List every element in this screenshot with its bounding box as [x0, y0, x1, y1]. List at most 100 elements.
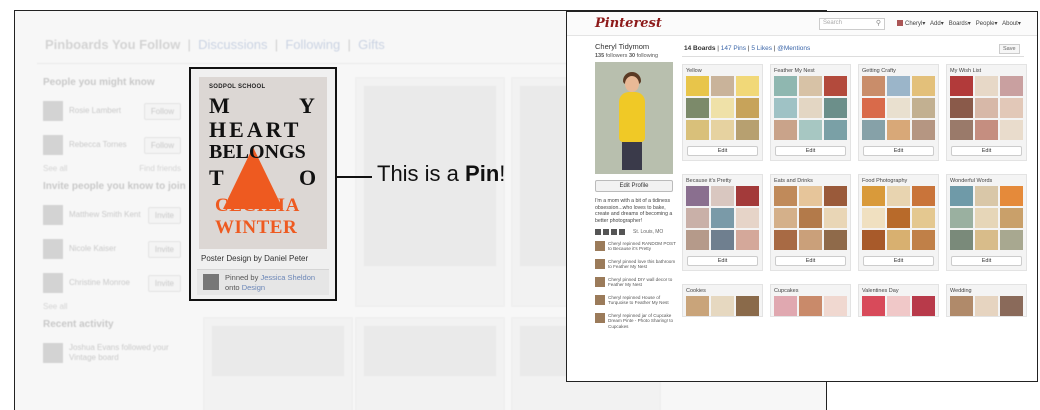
facebook-icon[interactable] — [603, 229, 609, 235]
board-thumbnail — [975, 296, 998, 316]
suggested-person-row: Rosie Lambert Follow — [37, 94, 187, 128]
avatar — [43, 239, 63, 259]
board-thumbnail — [799, 76, 822, 96]
board-thumbnail — [912, 120, 935, 140]
board-edit-button[interactable]: Edit — [775, 146, 846, 156]
invite-button[interactable]: Invite — [147, 240, 181, 258]
board-card[interactable]: Yellow Edit — [682, 64, 763, 161]
website-icon[interactable] — [595, 229, 601, 235]
followers-count[interactable]: 135 — [595, 53, 604, 59]
invite-footer: See all — [43, 302, 181, 311]
board-card[interactable]: Cookies — [682, 284, 763, 317]
menu-boards[interactable]: Boards — [949, 21, 968, 27]
board-thumbnail — [975, 186, 998, 206]
board-card[interactable]: Valentines Day — [858, 284, 939, 317]
board-thumbnails — [683, 76, 762, 140]
board-edit-button[interactable]: Edit — [951, 256, 1022, 266]
board-thumbnail — [774, 208, 797, 228]
mentions-link[interactable]: @Mentions — [777, 45, 810, 52]
board-edit-button[interactable]: Edit — [863, 256, 934, 266]
pinner-avatar[interactable] — [203, 274, 219, 290]
avatar — [43, 343, 63, 363]
pin-card[interactable] — [355, 317, 505, 410]
profile-photo-legs — [622, 142, 642, 170]
invite-name: Nicole Kaiser — [69, 244, 117, 253]
pin-card[interactable] — [203, 317, 353, 410]
board-card[interactable]: Eats and Drinks Edit — [770, 174, 851, 271]
board-thumbnail — [887, 76, 910, 96]
menu-about[interactable]: About — [1002, 21, 1018, 27]
edit-profile-button[interactable]: Edit Profile — [595, 180, 673, 192]
activity-item[interactable]: Cheryl pinned love this bathroom to Feat… — [595, 259, 677, 275]
board-edit-button[interactable]: Edit — [863, 146, 934, 156]
invite-button[interactable]: Invite — [147, 206, 181, 224]
likes-link[interactable]: 5 Likes — [751, 45, 772, 52]
board-thumbnails — [947, 296, 1026, 316]
board-title: Valentines Day — [862, 288, 899, 294]
find-friends-link[interactable]: Find friends — [139, 164, 181, 173]
activity-item[interactable]: Cheryl repinned jar of Cupcake Dream Pin… — [595, 313, 677, 329]
board-title: Eats and Drinks — [774, 178, 813, 184]
menu-add[interactable]: Add — [930, 21, 941, 27]
menu-user[interactable]: Cheryl — [905, 21, 922, 27]
board-thumbnail — [774, 186, 797, 206]
board-card[interactable]: Cupcakes — [770, 284, 851, 317]
activity-item[interactable]: Cheryl repinned House of Turquoise to Fe… — [595, 295, 677, 311]
rss-icon[interactable] — [619, 229, 625, 235]
board-card[interactable]: My Wish List Edit — [946, 64, 1027, 161]
activity-text: Cheryl repinned jar of Cupcake Dream Pin… — [608, 313, 674, 329]
poster-text: BELONGS — [209, 141, 306, 163]
save-button[interactable]: Save — [999, 44, 1020, 54]
pin-image — [364, 326, 496, 376]
board-edit-button[interactable]: Edit — [687, 146, 758, 156]
onto-prefix: onto — [225, 283, 240, 292]
board-thumbnail — [686, 120, 709, 140]
board-thumbnail — [824, 208, 847, 228]
invite-button[interactable]: Invite — [147, 274, 181, 292]
search-input[interactable]: Search ⚲ — [819, 18, 885, 30]
pin-card[interactable] — [355, 77, 505, 307]
boards-count[interactable]: 14 Boards — [684, 45, 715, 52]
follow-button[interactable]: Follow — [143, 136, 181, 154]
board-link[interactable]: Design — [242, 283, 265, 292]
highlighted-pin[interactable]: SODPOL SCHOOL M Y HEART BELONGS T O CECI… — [189, 67, 337, 301]
board-thumbnail — [711, 186, 734, 206]
following-nav: Pinboards You Follow | Discussions | Fol… — [45, 37, 385, 52]
board-edit-button[interactable]: Edit — [775, 256, 846, 266]
menu-people[interactable]: People — [976, 21, 995, 27]
board-edit-button[interactable]: Edit — [687, 256, 758, 266]
following-count[interactable]: 30 — [629, 53, 635, 59]
board-thumbnail — [862, 208, 885, 228]
user-avatar-icon — [897, 20, 903, 27]
board-thumbnail — [887, 230, 910, 250]
see-all-link[interactable]: See all — [43, 164, 67, 173]
twitter-icon[interactable] — [611, 229, 617, 235]
board-edit-button[interactable]: Edit — [951, 146, 1022, 156]
activity-thumbnail — [595, 313, 605, 323]
pinned-by-prefix: Pinned by — [225, 273, 259, 282]
board-thumbnail — [774, 296, 797, 316]
board-thumbnail — [799, 296, 822, 316]
pins-link[interactable]: 147 Pins — [721, 45, 746, 52]
pinterest-logo[interactable]: Pinterest — [595, 16, 662, 31]
search-icon[interactable]: ⚲ — [876, 19, 881, 27]
activity-item[interactable]: Cheryl repinned RANDOM POST to Because i… — [595, 241, 677, 257]
board-thumbnail — [950, 230, 973, 250]
board-card[interactable]: Wonderful Words Edit — [946, 174, 1027, 271]
board-card[interactable]: Because it's Pretty Edit — [682, 174, 763, 271]
board-thumbnail — [862, 76, 885, 96]
follow-button[interactable]: Follow — [143, 102, 181, 120]
board-card[interactable]: Wedding — [946, 284, 1027, 317]
activity-item[interactable]: Cheryl pinned DIY wall decor to Feather … — [595, 277, 677, 293]
nav-link-following[interactable]: Following — [285, 37, 340, 52]
board-card[interactable]: Getting Crafty Edit — [858, 64, 939, 161]
board-title: Cookies — [686, 288, 706, 294]
board-thumbnail — [736, 76, 759, 96]
board-thumbnail — [887, 98, 910, 118]
see-all-link[interactable]: See all — [43, 302, 67, 311]
board-card[interactable]: Feather My Nest Edit — [770, 64, 851, 161]
nav-link-gifts[interactable]: Gifts — [358, 37, 385, 52]
nav-link-discussions[interactable]: Discussions — [198, 37, 267, 52]
board-card[interactable]: Food Photography Edit — [858, 174, 939, 271]
pinner-link[interactable]: Jessica Sheldon — [260, 273, 315, 282]
